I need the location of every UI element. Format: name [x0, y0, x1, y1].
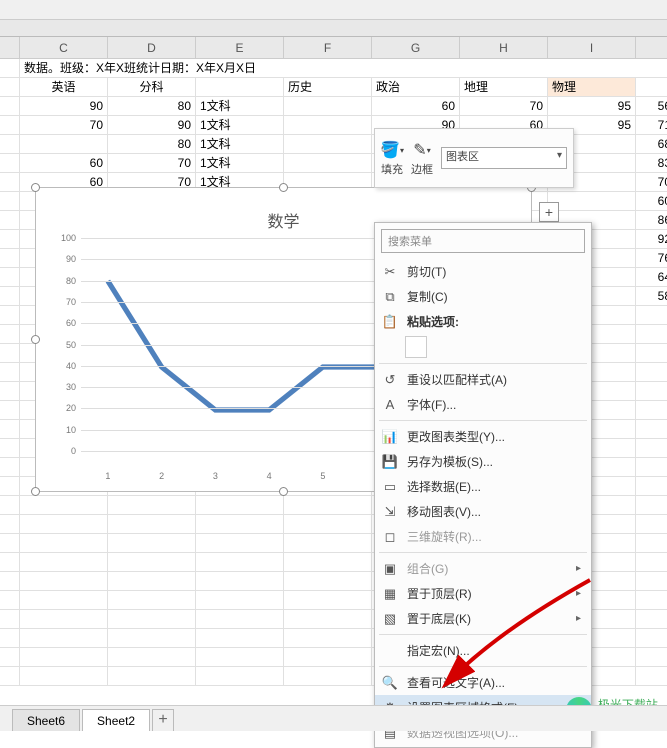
header-text-cell[interactable]: 数据。班级：X年X班统计日期：X年X月X日 — [20, 59, 667, 77]
fill-button[interactable]: 🪣▾ 填充 — [381, 139, 403, 177]
hdr-politics[interactable]: 政治 — [372, 78, 460, 96]
change-chart-type-item[interactable]: 📊更改图表类型(Y)... — [375, 424, 591, 449]
send-back-item[interactable]: ▧置于底层(K)▸ — [375, 606, 591, 631]
ruler-strip — [0, 20, 667, 37]
layer-front-icon: ▦ — [381, 585, 399, 603]
chart-icon: 📊 — [381, 428, 399, 446]
reset-icon: ↺ — [381, 371, 399, 389]
rotate-3d-item: ◻三维旋转(R)... — [375, 524, 591, 549]
chart-element-selector[interactable]: 图表区 — [441, 147, 567, 169]
paste-options-label: 📋粘贴选项: — [375, 309, 591, 334]
col-i: I — [548, 37, 636, 58]
save-template-item[interactable]: 💾另存为模板(S)... — [375, 449, 591, 474]
chart-mini-toolbar: 🪣▾ 填充 ✎▾ 边框 图表区 — [374, 128, 574, 188]
tab-sheet2[interactable]: Sheet2 — [82, 709, 150, 731]
data-icon: ▭ — [381, 478, 399, 496]
hdr-physics[interactable]: 物理 — [548, 78, 636, 96]
clipboard-icon: 📋 — [381, 313, 399, 331]
copy-item[interactable]: ⧉复制(C) — [375, 284, 591, 309]
move-icon: ⇲ — [381, 503, 399, 521]
copy-icon: ⧉ — [381, 288, 399, 306]
move-chart-item[interactable]: ⇲移动图表(V)... — [375, 499, 591, 524]
y-axis: 0102030405060708090100 — [46, 238, 76, 451]
col-h: H — [460, 37, 548, 58]
alt-text-item[interactable]: 🔍查看可选文字(A)... — [375, 670, 591, 695]
add-sheet-button[interactable]: + — [152, 709, 174, 731]
hdr-branch[interactable]: 分科 — [108, 78, 196, 96]
chart-elements-button[interactable]: + — [539, 202, 559, 222]
group-icon: ▣ — [381, 560, 399, 578]
col-c: C — [20, 37, 108, 58]
tab-sheet6[interactable]: Sheet6 — [12, 709, 80, 731]
col-e: E — [196, 37, 284, 58]
hdr-history[interactable]: 历史 — [284, 78, 372, 96]
col-f: F — [284, 37, 372, 58]
reset-match-style-item[interactable]: ↺重设以匹配样式(A) — [375, 367, 591, 392]
border-button[interactable]: ✎▾ 边框 — [411, 139, 433, 177]
col-g: G — [372, 37, 460, 58]
assign-macro-item[interactable]: 指定宏(N)... — [375, 638, 591, 663]
magnify-icon: 🔍 — [381, 674, 399, 692]
rotate-icon: ◻ — [381, 528, 399, 546]
search-menu-input[interactable]: 搜索菜单 — [381, 229, 585, 253]
pen-icon: ✎▾ — [411, 139, 433, 161]
hdr-english[interactable]: 英语 — [20, 78, 108, 96]
scissors-icon: ✂ — [381, 263, 399, 281]
save-icon: 💾 — [381, 453, 399, 471]
group-item: ▣组合(G)▸ — [375, 556, 591, 581]
sheet-tabs-bar: Sheet6 Sheet2 + — [0, 705, 667, 731]
bring-front-item[interactable]: ▦置于顶层(R)▸ — [375, 581, 591, 606]
col-d: D — [108, 37, 196, 58]
paint-bucket-icon: 🪣▾ — [381, 139, 403, 161]
select-data-item[interactable]: ▭选择数据(E)... — [375, 474, 591, 499]
font-icon: A — [381, 396, 399, 414]
paste-option-button[interactable] — [405, 336, 427, 358]
hdr-geography[interactable]: 地理 — [460, 78, 548, 96]
column-headers[interactable]: C D E F G H I — [0, 37, 667, 59]
context-menu: 搜索菜单 ✂剪切(T) ⧉复制(C) 📋粘贴选项: ↺重设以匹配样式(A) A字… — [374, 222, 592, 748]
font-item[interactable]: A字体(F)... — [375, 392, 591, 417]
cut-item[interactable]: ✂剪切(T) — [375, 259, 591, 284]
title-bar-strip — [0, 0, 667, 20]
layer-back-icon: ▧ — [381, 610, 399, 628]
